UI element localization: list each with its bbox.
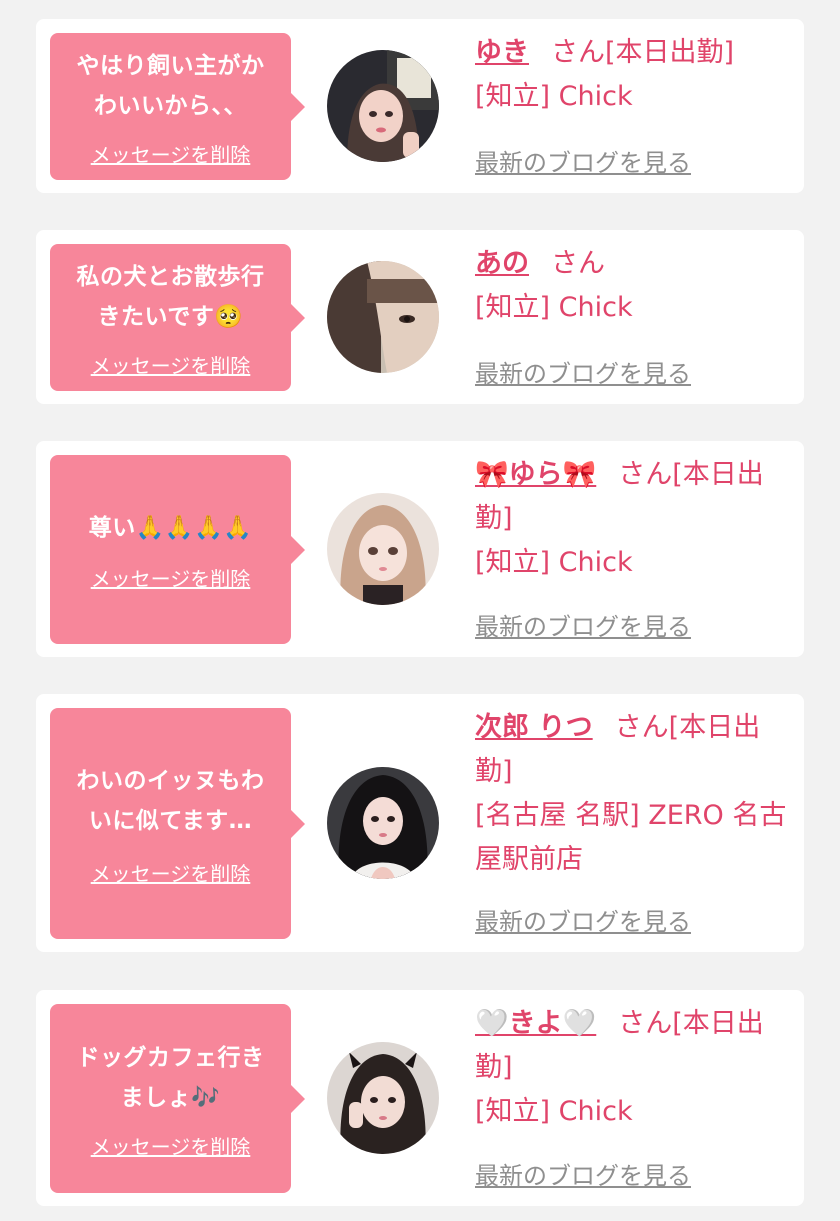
latest-blog-link[interactable]: 最新のブログを見る — [475, 354, 691, 389]
message-card: 尊い🙏🙏🙏🙏 メッセージを削除 🎀ゆら🎀 さん[本日出勤] [知立] Chick … — [36, 441, 804, 657]
delete-message-link[interactable]: メッセージを削除 — [91, 566, 251, 592]
shop-name: [名古屋 名駅] ZERO 名古屋駅前店 — [475, 800, 787, 875]
cast-info: ゆき さん[本日出勤] [知立] Chick — [475, 31, 790, 119]
cast-info: 🤍きよ🤍 さん[本日出勤] [知立] Chick — [475, 1002, 790, 1134]
avatar[interactable] — [327, 493, 439, 605]
avatar[interactable] — [327, 50, 439, 162]
cast-name-link[interactable]: 🤍きよ🤍 — [475, 1008, 596, 1039]
shop-name: [知立] Chick — [475, 547, 633, 578]
cast-name-link[interactable]: ゆき — [475, 37, 529, 68]
message-card: わいのイッヌもわ いに似てます… メッセージを削除 次郎 りつ さん[本日出勤] … — [36, 694, 804, 952]
girl-photo-avatar-icon — [327, 767, 439, 879]
cast-name-link[interactable]: 🎀ゆら🎀 — [475, 459, 596, 490]
cast-status: さん — [551, 248, 605, 279]
delete-message-link[interactable]: メッセージを削除 — [91, 353, 251, 379]
message-bubble: 尊い🙏🙏🙏🙏 メッセージを削除 — [50, 455, 305, 644]
avatar[interactable] — [327, 261, 439, 373]
latest-blog-link[interactable]: 最新のブログを見る — [475, 143, 691, 178]
message-card: やはり飼い主がか わいいから、、 メッセージを削除 ゆき さん[本日出勤] [知立… — [36, 19, 804, 193]
message-line: 私の犬とお散歩行 — [76, 263, 265, 290]
message-bubble: ドッグカフェ行き ましょ🎶 メッセージを削除 — [50, 1004, 305, 1193]
message-text: ドッグカフェ行き ましょ🎶 — [77, 1038, 265, 1118]
latest-blog-link[interactable]: 最新のブログを見る — [475, 1156, 691, 1191]
message-line: わいいから、、 — [94, 92, 247, 119]
message-line: ドッグカフェ行き — [76, 1044, 265, 1071]
message-text: 私の犬とお散歩行 きたいです🥺 — [77, 257, 265, 337]
latest-blog-link[interactable]: 最新のブログを見る — [475, 902, 691, 937]
message-line: 尊い🙏🙏🙏🙏 — [88, 514, 253, 541]
message-bubble: やはり飼い主がか わいいから、、 メッセージを削除 — [50, 33, 305, 180]
cast-name-link[interactable]: 次郎 りつ — [475, 712, 593, 743]
message-card: 私の犬とお散歩行 きたいです🥺 メッセージを削除 あの さん [知立] Chick… — [36, 230, 804, 404]
girl-photo-avatar-icon — [327, 1042, 439, 1154]
name-line: 次郎 りつ さん[本日出勤] — [475, 706, 790, 794]
cast-info: あの さん [知立] Chick — [475, 242, 790, 330]
girl-photo-avatar-icon — [327, 493, 439, 605]
delete-message-link[interactable]: メッセージを削除 — [91, 861, 251, 887]
message-text: やはり飼い主がか わいいから、、 — [77, 46, 265, 126]
shop-name: [知立] Chick — [475, 292, 633, 323]
girl-photo-avatar-icon — [327, 261, 439, 373]
avatar[interactable] — [327, 767, 439, 879]
cast-info: 🎀ゆら🎀 さん[本日出勤] [知立] Chick — [475, 453, 790, 585]
name-line: 🎀ゆら🎀 さん[本日出勤] — [475, 453, 790, 541]
name-line: あの さん — [475, 242, 790, 286]
message-line: きたいです🥺 — [97, 303, 244, 330]
name-line: ゆき さん[本日出勤] — [475, 31, 790, 75]
name-line: 🤍きよ🤍 さん[本日出勤] — [475, 1002, 790, 1090]
message-line: いに似てます… — [88, 807, 253, 834]
delete-message-link[interactable]: メッセージを削除 — [91, 1134, 251, 1160]
latest-blog-link[interactable]: 最新のブログを見る — [475, 607, 691, 642]
message-bubble: わいのイッヌもわ いに似てます… メッセージを削除 — [50, 708, 305, 939]
shop-name: [知立] Chick — [475, 81, 633, 112]
avatar[interactable] — [327, 1042, 439, 1154]
delete-message-link[interactable]: メッセージを削除 — [91, 142, 251, 168]
girl-photo-avatar-icon — [327, 50, 439, 162]
message-line: ましょ🎶 — [120, 1084, 221, 1111]
message-bubble: 私の犬とお散歩行 きたいです🥺 メッセージを削除 — [50, 244, 305, 391]
message-text: 尊い🙏🙏🙏🙏 — [89, 508, 253, 548]
cast-name-link[interactable]: あの — [475, 248, 529, 279]
message-text: わいのイッヌもわ いに似てます… — [77, 761, 265, 841]
message-card: ドッグカフェ行き ましょ🎶 メッセージを削除 🤍きよ🤍 さん[本日出勤] [知立]… — [36, 990, 804, 1206]
cast-status: さん[本日出勤] — [551, 37, 735, 68]
message-line: わいのイッヌもわ — [76, 767, 265, 794]
message-line: やはり飼い主がか — [76, 52, 265, 79]
cast-info: 次郎 りつ さん[本日出勤] [名古屋 名駅] ZERO 名古屋駅前店 — [475, 706, 790, 882]
shop-name: [知立] Chick — [475, 1096, 633, 1127]
